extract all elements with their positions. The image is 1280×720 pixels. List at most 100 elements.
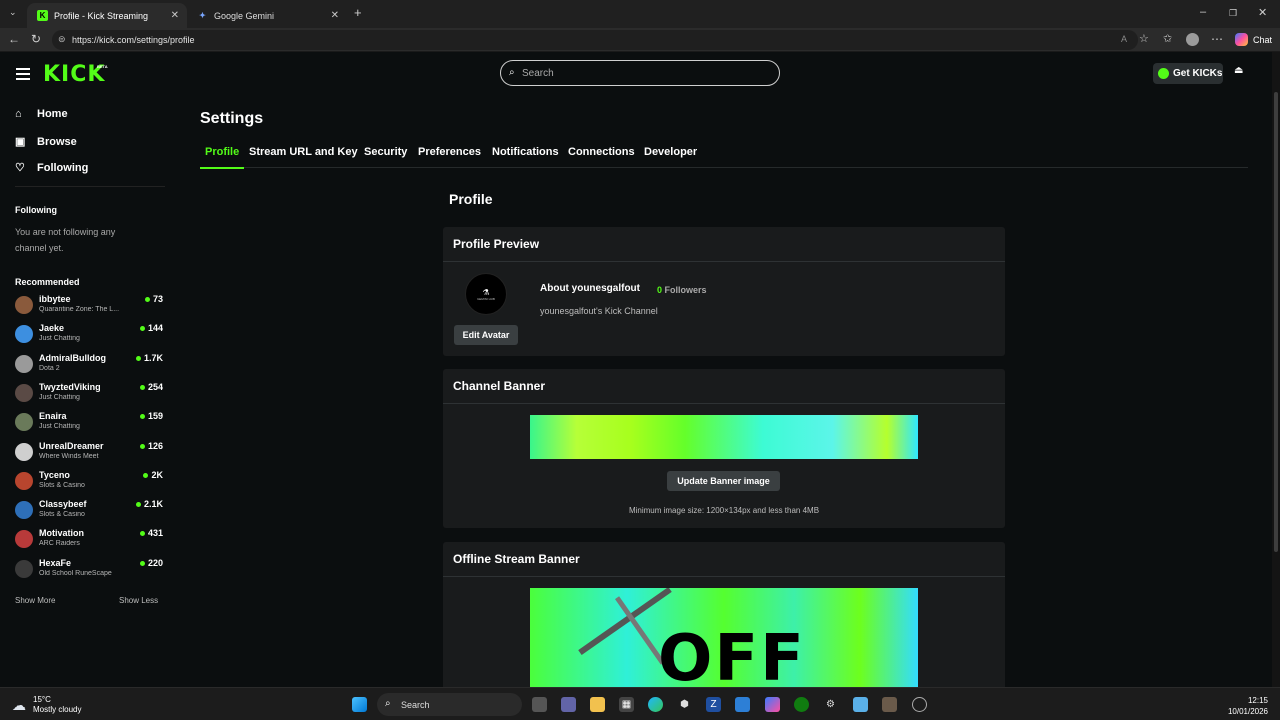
channel-name: Classybeef — [39, 499, 87, 509]
card-title: Offline Stream Banner — [443, 542, 1005, 577]
tab-stream-url-key[interactable]: Stream URL and Key — [249, 146, 358, 158]
start-windows-icon[interactable] — [352, 697, 367, 712]
more-menu-icon[interactable]: ⋯ — [1211, 32, 1223, 46]
sidebar-item-home[interactable]: ⌂ Home — [15, 108, 68, 120]
viewer-count: 2K — [143, 470, 163, 480]
heart-icon: ♡ — [15, 162, 25, 174]
close-window-icon[interactable]: ✕ — [1258, 6, 1267, 19]
edit-avatar-button[interactable]: Edit Avatar — [454, 325, 518, 345]
tab-developer[interactable]: Developer — [644, 146, 697, 158]
settings-icon[interactable]: ⚙ — [823, 697, 838, 712]
viewer-count: 431 — [139, 528, 163, 538]
game-app-icon[interactable] — [882, 697, 897, 712]
banner-hint: Minimum image size: 1200×134px and less … — [628, 506, 820, 515]
url-field[interactable]: ⊜ https://kick.com/settings/profile — [52, 30, 1138, 50]
clock-time: 12:15 — [1247, 696, 1268, 705]
menu-icon[interactable] — [16, 68, 30, 80]
viewer-count: 220 — [139, 558, 163, 568]
teams-icon[interactable] — [561, 697, 576, 712]
live-dot-icon — [139, 560, 145, 566]
minimize-icon[interactable]: – — [1200, 6, 1206, 18]
recommended-channel[interactable]: Classybeef Slots & Casino 2.1K — [15, 497, 163, 525]
photoshop-icon[interactable]: Z — [706, 697, 721, 712]
live-dot-icon — [135, 501, 141, 507]
banner-image — [530, 415, 918, 459]
tab-preferences[interactable]: Preferences — [418, 146, 481, 158]
avatar: ⚗ GEMINI HUB — [465, 273, 507, 315]
tab-connections[interactable]: Connections — [568, 146, 635, 158]
tab-profile[interactable]: Profile — [205, 146, 239, 158]
chat-button[interactable]: Chat — [1253, 35, 1272, 45]
avatar — [15, 384, 33, 402]
get-kicks-label: Get KICKs — [1173, 68, 1223, 79]
show-more-button[interactable]: Show More — [15, 596, 55, 605]
viewer-count-value: 73 — [152, 294, 163, 304]
taskbar-search-label: Search — [401, 699, 430, 710]
profile-avatar-icon[interactable] — [1186, 33, 1199, 46]
channel-name: AdmiralBulldog — [39, 353, 106, 363]
recommended-channel[interactable]: TwyztedViking Just Chatting 254 — [15, 380, 163, 408]
close-tab-icon[interactable]: ✕ — [171, 10, 179, 21]
clock-date: 10/01/2026 — [1227, 707, 1268, 716]
back-icon[interactable]: ← — [8, 32, 20, 46]
favorite-star-icon[interactable]: ☆ — [1139, 32, 1149, 45]
get-kicks-button[interactable]: Get KICKs — [1153, 63, 1223, 84]
sidebar-item-browse[interactable]: ▣ Browse — [15, 135, 77, 149]
recommended-channel[interactable]: Motivation ARC Raiders 431 — [15, 526, 163, 554]
maximize-icon[interactable]: ❐ — [1229, 8, 1237, 19]
recommended-channel[interactable]: Tyceno Slots & Casino 2K — [15, 468, 163, 496]
tab-actions-icon[interactable]: ⌄ — [9, 7, 17, 18]
scrollbar-thumb[interactable] — [1274, 92, 1278, 552]
channel-category: Just Chatting — [39, 394, 80, 401]
viewer-count: 126 — [139, 441, 163, 451]
tab-google-gemini[interactable]: ✦ Google Gemini ✕ — [187, 3, 347, 28]
followers-count: 0 Followers — [657, 285, 707, 295]
taskbar-clock[interactable]: 12:15 10/01/2026 — [1222, 695, 1268, 717]
reload-icon[interactable]: ↻ — [31, 32, 41, 46]
file-explorer-icon[interactable] — [590, 697, 605, 712]
recommended-channel[interactable]: UnrealDreamer Where Winds Meet 126 — [15, 439, 163, 467]
update-banner-button[interactable]: Update Banner image — [667, 471, 780, 491]
task-view-icon[interactable] — [532, 697, 547, 712]
tab-notifications[interactable]: Notifications — [492, 146, 559, 158]
live-dot-icon — [139, 413, 145, 419]
browse-icon: ▣ — [15, 136, 26, 148]
viewer-count: 2.1K — [135, 499, 163, 509]
new-tab-icon[interactable]: + — [354, 5, 362, 20]
user-menu-icon[interactable]: ⏏ — [1234, 65, 1243, 76]
search-input[interactable]: ⌕ Search — [500, 60, 780, 86]
viewer-count: 254 — [139, 382, 163, 392]
avatar — [15, 443, 33, 461]
live-dot-icon — [135, 355, 141, 361]
read-aloud-icon[interactable]: A — [1121, 34, 1127, 44]
taskbar-search[interactable]: ⌕ Search — [377, 693, 522, 716]
avatar — [15, 296, 33, 314]
recommended-channel[interactable]: ibbytee Quarantine Zone: The L... 73 — [15, 292, 163, 320]
copilot-icon[interactable] — [1235, 33, 1248, 46]
recommended-channel[interactable]: Enaira Just Chatting 159 — [15, 409, 163, 437]
sidebar-item-following[interactable]: ♡ Following — [15, 161, 88, 175]
live-dot-icon — [139, 530, 145, 536]
viewer-count: 1.7K — [135, 353, 163, 363]
close-tab-icon[interactable]: ✕ — [331, 10, 339, 21]
recommended-channel[interactable]: AdmiralBulldog Dota 2 1.7K — [15, 351, 163, 379]
tab-security[interactable]: Security — [364, 146, 407, 158]
settings-gear-icon[interactable]: ⬢ — [677, 697, 692, 712]
recommended-channel[interactable]: HexaFe Old School RuneScape 220 — [15, 556, 163, 584]
site-info-icon[interactable]: ⊜ — [58, 34, 66, 45]
search-placeholder: Search — [522, 67, 554, 79]
cloud-weather-icon[interactable]: ☁ — [12, 697, 26, 714]
recommended-channel[interactable]: Jaeke Just Chatting 144 — [15, 321, 163, 349]
channel-category: Old School RuneScape — [39, 570, 112, 577]
xbox-icon[interactable] — [794, 697, 809, 712]
edge-icon[interactable] — [648, 697, 663, 712]
obs-recording-icon[interactable] — [912, 697, 927, 712]
notepad-icon[interactable] — [853, 697, 868, 712]
photos-icon[interactable] — [735, 697, 750, 712]
copilot-app-icon[interactable] — [765, 697, 780, 712]
favorites-icon[interactable]: ✩ — [1163, 32, 1172, 45]
store-icon[interactable]: ▦ — [619, 697, 634, 712]
settings-tabs: Profile Stream URL and Key Security Pref… — [200, 144, 1248, 168]
tab-kick-profile[interactable]: K Profile - Kick Streaming ✕ — [27, 3, 187, 28]
show-less-button[interactable]: Show Less — [119, 596, 158, 605]
